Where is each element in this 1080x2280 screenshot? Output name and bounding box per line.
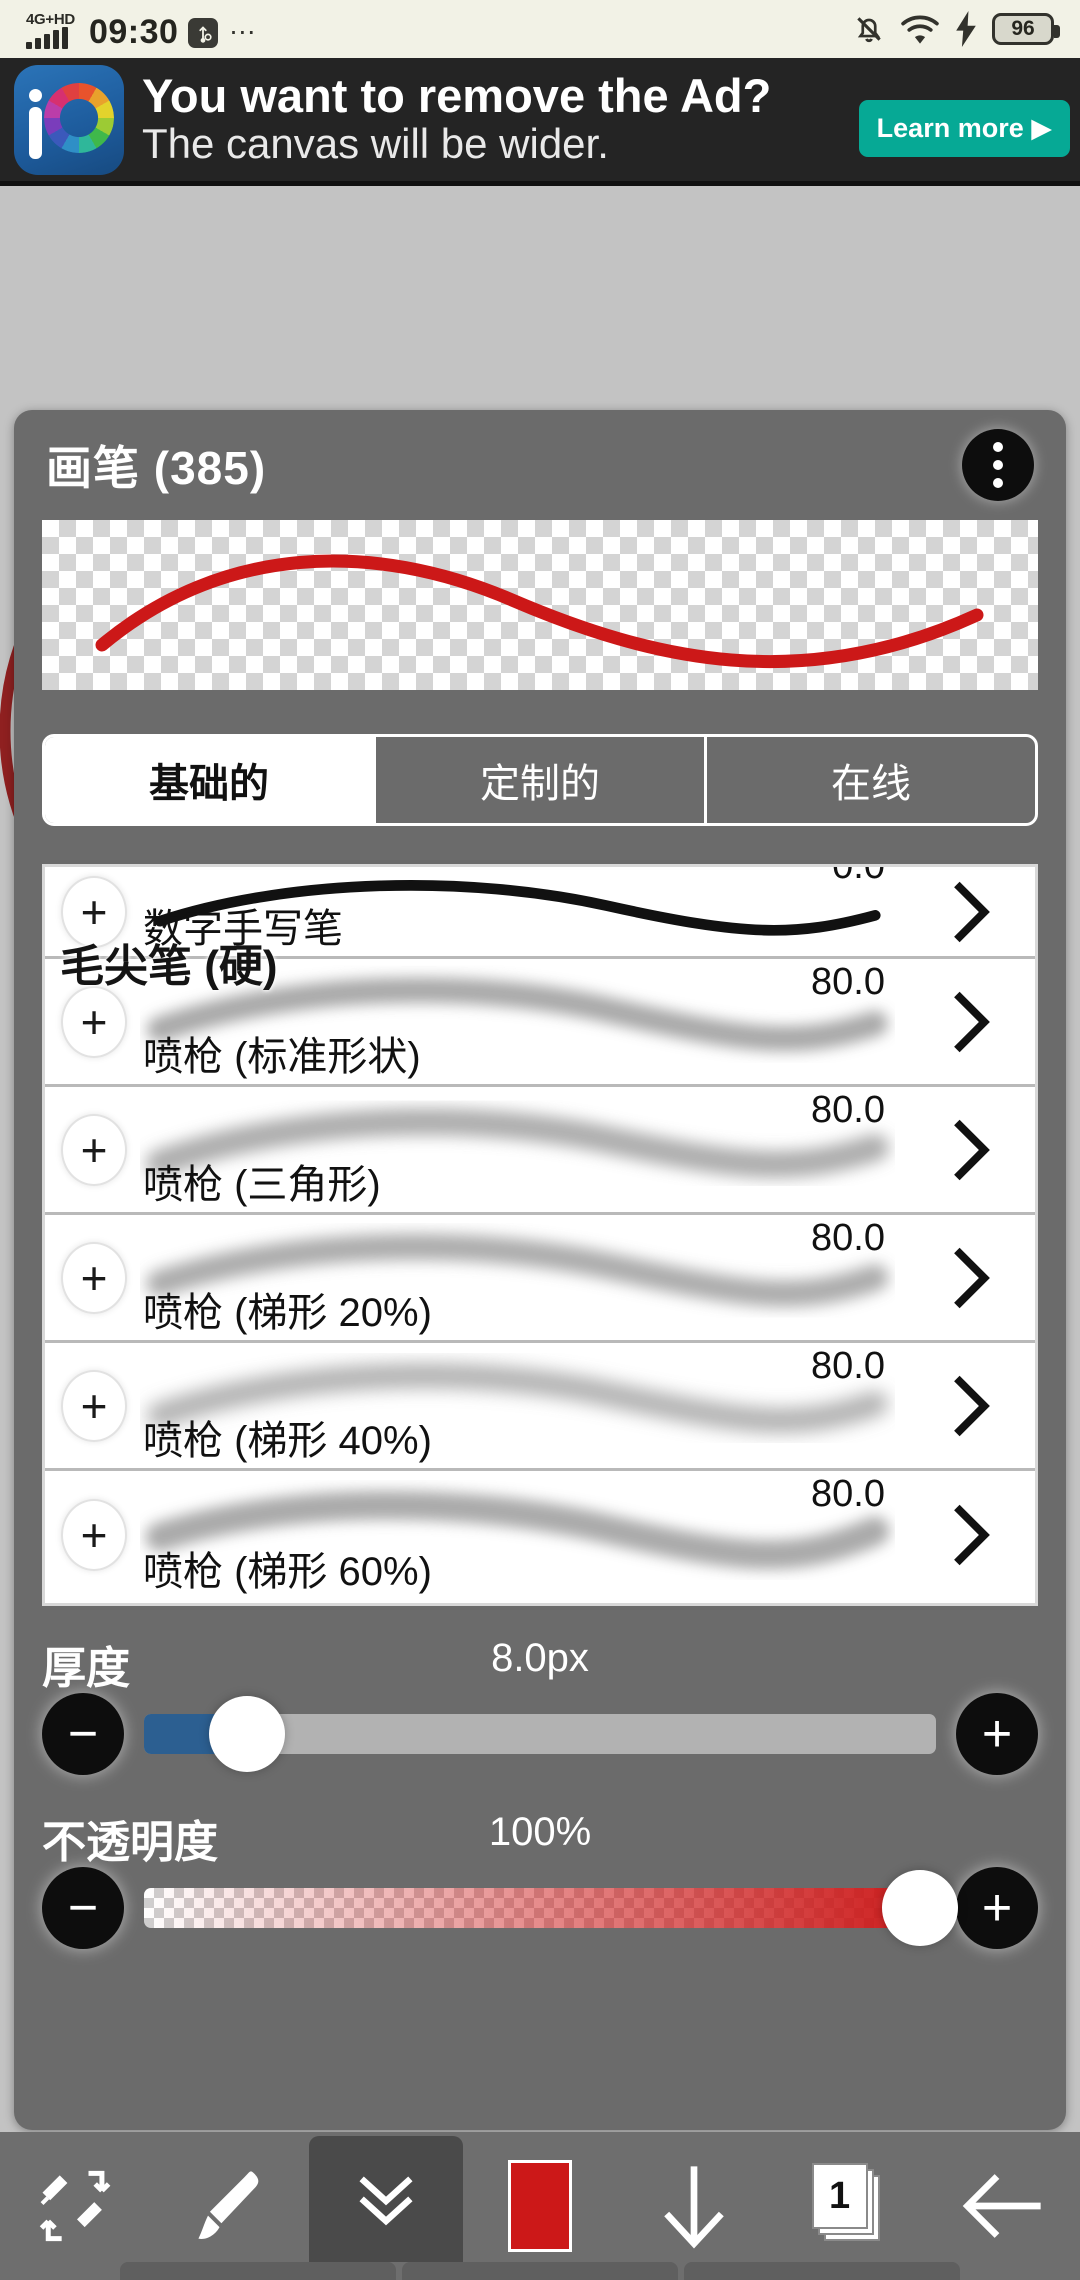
brush-name-label: 毛尖笔 (硬) <box>60 942 278 991</box>
pen-eraser-swap-icon <box>39 2170 111 2242</box>
wifi-icon <box>901 15 939 44</box>
bell-muted-icon <box>857 17 881 43</box>
color-swatch[interactable] <box>507 2160 572 2252</box>
back-arrow-icon <box>962 2174 1041 2238</box>
brush-label: 喷枪 (三角形) <box>143 1163 381 1207</box>
toolbar-tab-left[interactable] <box>120 2262 396 2280</box>
brush-size-value: 80.0 <box>811 1345 885 1387</box>
opacity-increase-button[interactable]: + <box>956 1867 1038 1949</box>
brush-size-value: 0.0 <box>832 867 885 888</box>
status-more-dots: … <box>228 9 259 40</box>
plus-icon: + <box>981 1878 1013 1937</box>
opacity-value: 100% <box>488 1810 592 1854</box>
brush-label: 喷枪 (梯形 60%) <box>143 1550 432 1594</box>
app-root: 4G+HD 09:30 … 96 You want to remove the … <box>0 0 1080 2280</box>
down-arrow-icon <box>664 2166 725 2249</box>
panel-header: 画笔 (385) <box>14 410 1066 520</box>
status-bar-right: 96 <box>852 11 1060 47</box>
thickness-thumb[interactable] <box>208 1696 285 1772</box>
signal-bars-icon <box>26 27 68 49</box>
brush-preview <box>42 520 1038 690</box>
ad-subline: The canvas will be wider. <box>142 120 609 168</box>
brush-label: 喷枪 (标准形状) <box>143 1035 421 1079</box>
battery-level-label: 96 <box>1011 17 1035 40</box>
preview-stroke <box>95 554 984 669</box>
brush-size-value: 80.0 <box>811 1217 885 1259</box>
tab-online[interactable]: 在线 <box>707 737 1035 823</box>
layer-count-label: 1 <box>828 2174 851 2217</box>
layers-icon: 1 <box>811 2163 886 2249</box>
tab-custom[interactable]: 定制的 <box>376 737 707 823</box>
table-row[interactable]: + 0.0 数字手写笔 <box>45 867 1035 959</box>
chevron-right-icon[interactable] <box>947 1504 997 1566</box>
status-bar: 4G+HD 09:30 … 96 <box>0 0 1080 58</box>
ibis-paint-logo <box>14 64 124 175</box>
opacity-thumb[interactable] <box>882 1870 959 1946</box>
usb-debug-icon <box>188 18 219 48</box>
brush-size-value: 80.0 <box>811 1089 885 1131</box>
thickness-value: 8.0px <box>491 1636 589 1680</box>
brush-label: 数字手写笔 <box>143 907 343 951</box>
status-bar-left: 4G+HD 09:30 … <box>26 9 259 51</box>
brush-category-tabs: 基础的 定制的 在线 <box>42 734 1038 826</box>
learn-more-button[interactable]: Learn more ▶ <box>858 100 1070 157</box>
cellular-signal: 4G+HD <box>26 12 75 49</box>
network-type-label: 4G+HD <box>26 11 75 28</box>
toolbar-tab-right[interactable] <box>684 2262 960 2280</box>
brush-label: 喷枪 (梯形 40%) <box>143 1419 432 1463</box>
chevron-right-icon[interactable] <box>947 1247 997 1309</box>
collapse-panel-button[interactable] <box>308 2136 463 2262</box>
brush-icon <box>198 2171 259 2239</box>
ad-headline: You want to remove the Ad? <box>142 68 772 122</box>
battery-indicator: 96 <box>992 13 1060 45</box>
ad-text: You want to remove the Ad? The canvas wi… <box>142 68 859 168</box>
toolbar-secondary-row <box>0 2254 1080 2280</box>
chevron-right-icon[interactable] <box>947 1119 997 1181</box>
brush-panel: 画笔 (385) 毛尖笔 (硬) 基础的 定制的 在线 + 0.0 <box>14 410 1066 2130</box>
toolbar-tab-center[interactable] <box>402 2262 678 2280</box>
chevron-right-icon[interactable] <box>947 881 997 943</box>
chevron-right-icon[interactable] <box>947 991 997 1053</box>
charging-bolt-icon <box>956 11 976 47</box>
page-title: 画笔 (385) <box>46 442 267 494</box>
chevron-right-icon[interactable] <box>947 1375 997 1437</box>
brush-size-value: 80.0 <box>811 1473 885 1515</box>
clock-label: 09:30 <box>88 13 179 51</box>
brush-label: 喷枪 (梯形 20%) <box>143 1291 432 1335</box>
double-chevron-down-icon <box>359 2176 413 2226</box>
ad-banner[interactable]: You want to remove the Ad? The canvas wi… <box>0 58 1080 186</box>
plus-icon: + <box>981 1704 1013 1763</box>
brush-size-value: 80.0 <box>811 961 885 1003</box>
kebab-menu-icon[interactable] <box>962 429 1034 501</box>
thickness-increase-button[interactable]: + <box>956 1693 1038 1775</box>
tab-basic[interactable]: 基础的 <box>45 737 376 823</box>
thickness-slider[interactable] <box>144 1693 936 1775</box>
